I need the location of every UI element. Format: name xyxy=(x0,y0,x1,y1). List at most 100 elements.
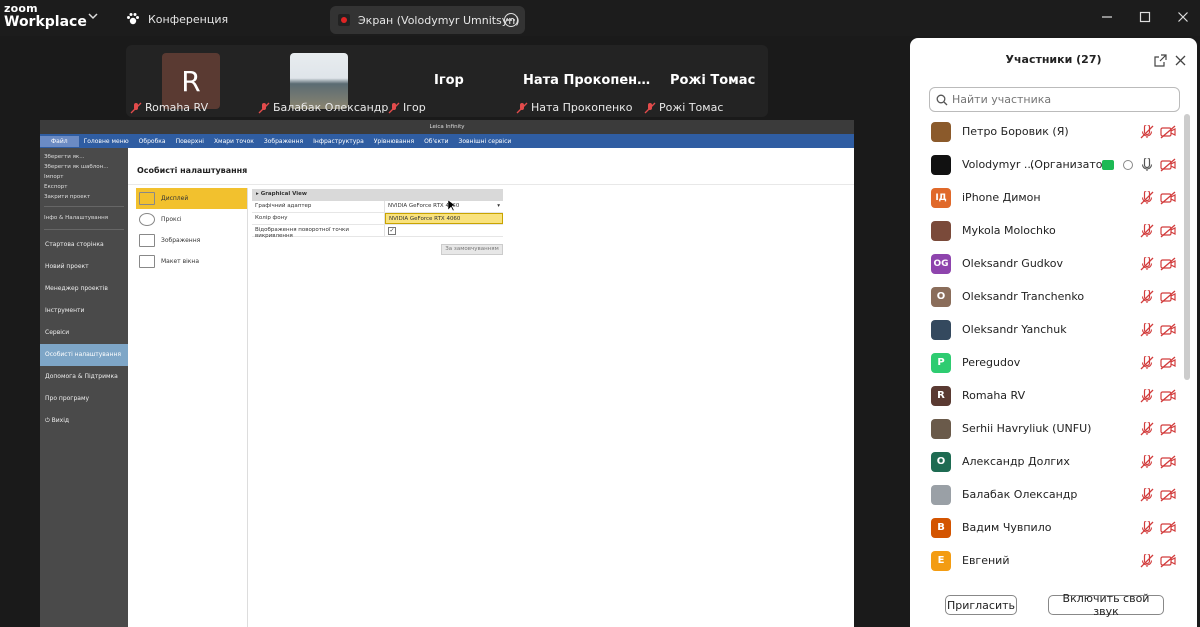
sidebar-small-item: Експорт xyxy=(44,184,68,190)
chevron-down-icon[interactable] xyxy=(86,9,100,23)
mic-muted-icon xyxy=(1140,124,1154,138)
zoom-window: zoom Workplace Конференция Экран (Volody… xyxy=(0,0,1200,627)
avatar: P xyxy=(931,352,951,373)
category-item: Дисплей xyxy=(136,188,247,209)
sidebar-item: Стартова сторінка xyxy=(45,241,104,248)
unmute-button[interactable]: Включить свой звук xyxy=(1048,592,1164,618)
participant-row[interactable]: O Oleksandr Tranchenko xyxy=(910,280,1186,313)
avatar xyxy=(931,154,951,175)
maximize-icon[interactable] xyxy=(1136,8,1154,26)
shared-screen[interactable]: Leica Infinity Файл Головне меню Обробка… xyxy=(40,120,854,627)
avatar: O xyxy=(931,286,951,307)
menu-item: Поверхні xyxy=(175,137,204,145)
mic-muted-icon xyxy=(1140,487,1154,501)
shared-sidebar: Зберегти як... Зберегти як шаблон... Імп… xyxy=(40,148,128,627)
panel-footer: Пригласить Включить свой звук xyxy=(910,592,1197,618)
setting-row: Графічний адаптер NVIDIA GeForce RTX 406… xyxy=(252,201,503,213)
mic-icon xyxy=(1141,157,1153,171)
tab-screen-share[interactable]: Экран (Volodymyr Umnitsyn) xyxy=(330,6,525,34)
sidebar-item: Новий проект xyxy=(45,263,89,270)
participant-row[interactable]: Mykola Molochko xyxy=(910,214,1186,247)
menu-item: Зображення xyxy=(263,137,304,145)
participant-name: Евгений xyxy=(962,554,1010,567)
category-item: Зображення xyxy=(136,230,247,251)
avatar: OG xyxy=(931,253,951,274)
sidebar-item: Інструменти xyxy=(45,307,85,314)
sidebar-small-item: Зберегти як... xyxy=(44,154,85,160)
logo-line2: Workplace xyxy=(4,14,87,30)
title-bar: zoom Workplace Конференция Экран (Volody… xyxy=(0,0,1200,36)
participant-row[interactable]: E Евгений xyxy=(910,544,1186,577)
tile-name: Рожі Томас xyxy=(659,101,724,114)
category-item: Макет вікна xyxy=(136,251,247,272)
participant-name: Peregudov xyxy=(962,356,1021,369)
mic-muted-icon xyxy=(1140,553,1154,567)
mic-muted-icon xyxy=(130,102,142,113)
camera-off-icon xyxy=(1160,191,1176,204)
close-panel-icon[interactable] xyxy=(1174,54,1187,67)
participant-row[interactable]: Serhii Havryliuk (UNFU) xyxy=(910,412,1186,445)
camera-off-icon xyxy=(1160,455,1176,468)
participant-search[interactable] xyxy=(929,87,1180,112)
avatar xyxy=(931,121,951,142)
participant-row[interactable]: P Peregudov xyxy=(910,346,1186,379)
recording-icon xyxy=(1123,159,1133,170)
participant-row[interactable]: OG Oleksandr Gudkov xyxy=(910,247,1186,280)
video-tile[interactable]: R Romaha RV xyxy=(126,45,252,117)
tab-conference[interactable]: Конференция xyxy=(126,9,228,29)
sidebar-info: Інфо & Налаштування xyxy=(44,215,109,221)
avatar: E xyxy=(931,550,951,571)
checkbox: ✓ xyxy=(388,227,396,235)
camera-off-icon xyxy=(1160,224,1176,237)
video-tile[interactable]: Балабак Олександр xyxy=(256,45,388,117)
tile-display-name: Ната Прокопен… xyxy=(523,73,651,88)
participant-name: Петро Боровик (Я) xyxy=(962,125,1069,138)
sidebar-exit: ⏻ Вихід xyxy=(45,417,70,424)
settings-categories: Дисплей Проксі Зображення Макет вікна xyxy=(136,188,248,627)
minimize-icon[interactable] xyxy=(1098,8,1116,26)
invite-button[interactable]: Пригласить xyxy=(945,595,1017,615)
menu-item: Обробка xyxy=(138,137,166,145)
menu-item: Інфраструктура xyxy=(313,137,364,145)
video-strip: R Romaha RV Балабак Олександр Ігор Ігор … xyxy=(126,45,768,117)
camera-off-icon xyxy=(1160,323,1176,336)
sidebar-item: Сервіси xyxy=(45,329,70,336)
participant-row[interactable]: Oleksandr Yanchuk xyxy=(910,313,1186,346)
participant-row[interactable]: Volodymyr ... (Организатор) xyxy=(910,148,1186,181)
search-input[interactable] xyxy=(952,93,1172,106)
participant-name: Oleksandr Yanchuk xyxy=(962,323,1067,336)
mic-muted-icon xyxy=(1140,190,1154,204)
avatar: ІД xyxy=(931,187,951,208)
mic-muted-icon xyxy=(1140,520,1154,534)
participant-row[interactable]: ІД iPhone Димон xyxy=(910,181,1186,214)
search-icon xyxy=(936,94,948,105)
mic-muted-icon xyxy=(1140,223,1154,237)
tile-name: Romaha RV xyxy=(145,101,209,114)
camera-off-icon xyxy=(1160,158,1176,171)
participant-row[interactable]: B Вадим Чувпило xyxy=(910,511,1186,544)
mic-muted-icon xyxy=(1140,388,1154,402)
camera-off-icon xyxy=(1160,389,1176,402)
video-tile[interactable]: Ната Прокопен… Ната Прокопенко xyxy=(512,45,650,117)
participant-list: Петро Боровик (Я) Volodymyr ... (Организат… xyxy=(910,115,1186,581)
participant-row[interactable]: Балабак Олександр xyxy=(910,478,1186,511)
popout-icon[interactable] xyxy=(1154,54,1167,67)
video-tile[interactable]: Рожі Томас Рожі Томас xyxy=(640,45,766,117)
camera-off-icon xyxy=(1160,356,1176,369)
video-tile[interactable]: Ігор Ігор xyxy=(384,45,510,117)
close-icon[interactable] xyxy=(1174,8,1192,26)
image-icon xyxy=(139,234,155,247)
group-title: ▸ Graphical View xyxy=(252,189,503,201)
zoom-logo: zoom Workplace xyxy=(4,3,87,29)
participant-name: Romaha RV xyxy=(962,389,1026,402)
camera-off-icon xyxy=(1160,422,1176,435)
participant-name: Oleksandr Gudkov xyxy=(962,257,1063,270)
more-options-icon[interactable] xyxy=(503,12,519,28)
participant-row[interactable]: O Александр Долгих xyxy=(910,445,1186,478)
participant-row[interactable]: R Romaha RV xyxy=(910,379,1186,412)
scrollbar[interactable] xyxy=(1184,114,1190,380)
mic-muted-icon xyxy=(1140,421,1154,435)
participant-row[interactable]: Петро Боровик (Я) xyxy=(910,115,1186,148)
participant-name: iPhone Димон xyxy=(962,191,1041,204)
avatar xyxy=(931,418,951,439)
